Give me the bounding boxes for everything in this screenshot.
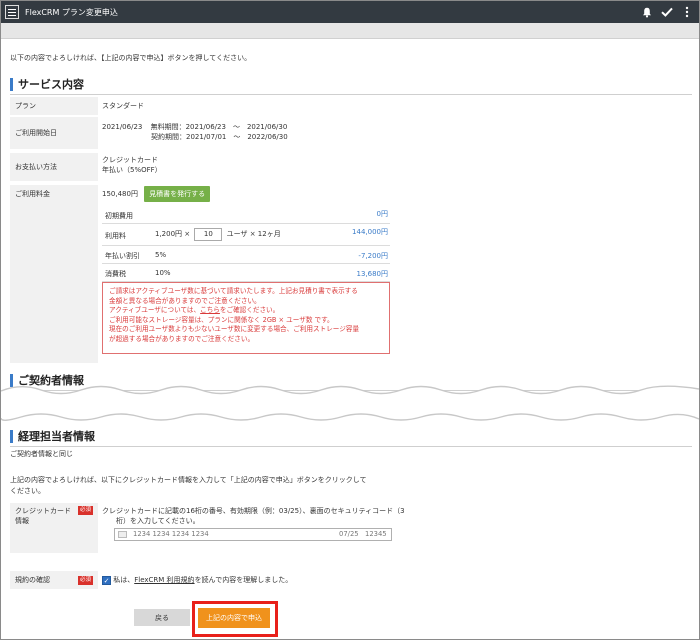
intro-text: 以下の内容でよろしければ、【上記の内容で申込】ボタンを押してください。 (10, 54, 252, 62)
table-row: 消費税 10% 13,680円 (102, 264, 390, 282)
user-quantity-input[interactable]: 10 (194, 228, 223, 241)
fee-value: 150,480円 見積書を発行する (102, 186, 211, 202)
billing-notice: ご請求はアクティブユーザ数に基づいて請求いたします。上記お見積り書で表示する 金… (102, 282, 390, 354)
page-title: FlexCRM プラン変更申込 (25, 7, 118, 17)
terms-agreement: ✓ 私は、FlexCRM 利用規約を読んで内容を理解しました。 (102, 575, 293, 585)
start-date-label: ご利用開始日 (10, 117, 98, 149)
card-expiry-value: 07/25 (339, 530, 359, 538)
payment-cycle: 年払い（5%OFF） (102, 166, 162, 174)
fee-total: 150,480円 (102, 190, 138, 198)
app-header: FlexCRM プラン変更申込 (1, 1, 699, 23)
subheader-bar (1, 23, 699, 39)
plan-value: スタンダード (102, 102, 144, 110)
cc-instructions: 上記の内容でよろしければ、以下にクレジットカード情報を入力して「上記の内容で申込… (10, 476, 367, 495)
hamburger-menu-icon[interactable] (5, 5, 19, 19)
table-row: 利用料 1,200円 × 10 ユーザ × 12ヶ月 144,000円 (102, 224, 390, 246)
bell-icon[interactable] (641, 5, 653, 19)
app-window: FlexCRM プラン変更申込 以下の内容でよろしければ、【上記の内容で申込】ボ… (0, 0, 700, 640)
terms-label: 規約の確認 必須 (10, 571, 98, 589)
accounting-section-heading: 経理担当者情報 (10, 430, 95, 443)
divider (10, 94, 692, 95)
payment-method: クレジットカード (102, 156, 158, 164)
table-row: 年払い割引 5% -7,200円 (102, 246, 390, 264)
table-row: 初期費用 0円 (102, 206, 390, 224)
service-section-heading: サービス内容 (10, 78, 84, 91)
credit-card-help: クレジットカードに記載の16桁の番号、有効期限（例：03/25）、裏面のセキュリ… (102, 507, 405, 525)
payment-method-label: お支払い方法 (10, 153, 98, 181)
active-user-link[interactable]: こちら (200, 306, 220, 314)
divider (10, 446, 692, 447)
credit-card-label: クレジットカード 情報 必須 (10, 503, 98, 553)
start-date-value: 2021/06/23 無料期間：2021/06/23 ～ 2021/06/30 … (102, 122, 288, 142)
plan-label: プラン (10, 97, 98, 115)
card-icon (118, 531, 127, 538)
torn-edge-divider (1, 385, 699, 421)
required-badge: 必須 (77, 506, 93, 515)
free-period: 無料期間：2021/06/23 ～ 2021/06/30 (150, 123, 288, 131)
submit-button[interactable]: 上記の内容で申込 (198, 608, 270, 628)
terms-link[interactable]: FlexCRM 利用規約 (134, 576, 194, 584)
fee-label: ご利用料金 (10, 185, 98, 363)
contract-period: 契約期間：2021/07/01 ～ 2022/06/30 (151, 133, 288, 141)
terms-checkbox[interactable]: ✓ (102, 575, 111, 585)
start-date: 2021/06/23 (102, 123, 143, 131)
payment-method-value: クレジットカード 年払い（5%OFF） (102, 155, 162, 175)
card-number-value: 1234 1234 1234 1234 (133, 530, 209, 538)
card-cvc-value: 12345 (365, 530, 387, 538)
required-badge: 必須 (77, 575, 93, 585)
price-breakdown-table: 初期費用 0円 利用料 1,200円 × 10 ユーザ × 12ヶ月 144,0… (102, 206, 390, 282)
more-vertical-icon[interactable] (681, 5, 693, 19)
accounting-same-as: ご契約者情報と同じ (10, 450, 73, 458)
credit-card-input[interactable]: 1234 1234 1234 1234 07/25 12345 (114, 528, 392, 541)
check-icon[interactable] (661, 5, 673, 19)
issue-estimate-button[interactable]: 見積書を発行する (144, 186, 211, 202)
back-button[interactable]: 戻る (134, 609, 190, 626)
